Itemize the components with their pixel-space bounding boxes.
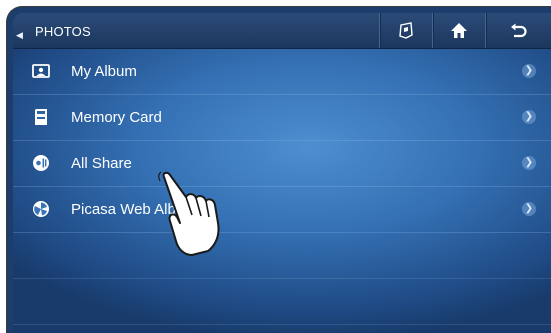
picasa-icon [33,201,49,217]
list-item-my-album[interactable]: My Album ❯ [13,49,551,95]
list-item-label: My Album [71,63,137,80]
slideshow-button[interactable] [380,13,432,48]
device-frame: ◀ PHOTOS My Album ❯ Memory Card ❯ All Sh… [6,6,551,333]
return-icon [511,23,527,38]
empty-row [13,279,551,325]
chevron-right-icon: ❯ [522,202,536,216]
chevron-right-icon: ❯ [522,156,536,170]
album-icon [32,64,50,78]
memory-card-icon [35,109,47,125]
list-item-label: Memory Card [71,109,162,126]
page-title: PHOTOS [35,24,91,39]
screen: ◀ PHOTOS My Album ❯ Memory Card ❯ All Sh… [13,13,551,333]
list-item-all-share[interactable]: All Share ❯ [13,141,551,187]
return-button[interactable] [486,13,551,48]
empty-row [13,233,551,279]
slideshow-icon [399,21,413,39]
back-indicator-icon: ◀ [16,30,23,40]
chevron-right-icon: ❯ [522,64,536,78]
allshare-icon [33,155,49,171]
home-button[interactable] [433,13,485,48]
touch-hand-icon [158,171,220,256]
list-item-label: All Share [71,155,132,172]
list-item-memory-card[interactable]: Memory Card ❯ [13,95,551,141]
home-icon [451,23,467,38]
title-bar: ◀ PHOTOS [13,13,551,49]
list-item-picasa-web-album[interactable]: Picasa Web Album ❯ [13,187,551,233]
chevron-right-icon: ❯ [522,110,536,124]
